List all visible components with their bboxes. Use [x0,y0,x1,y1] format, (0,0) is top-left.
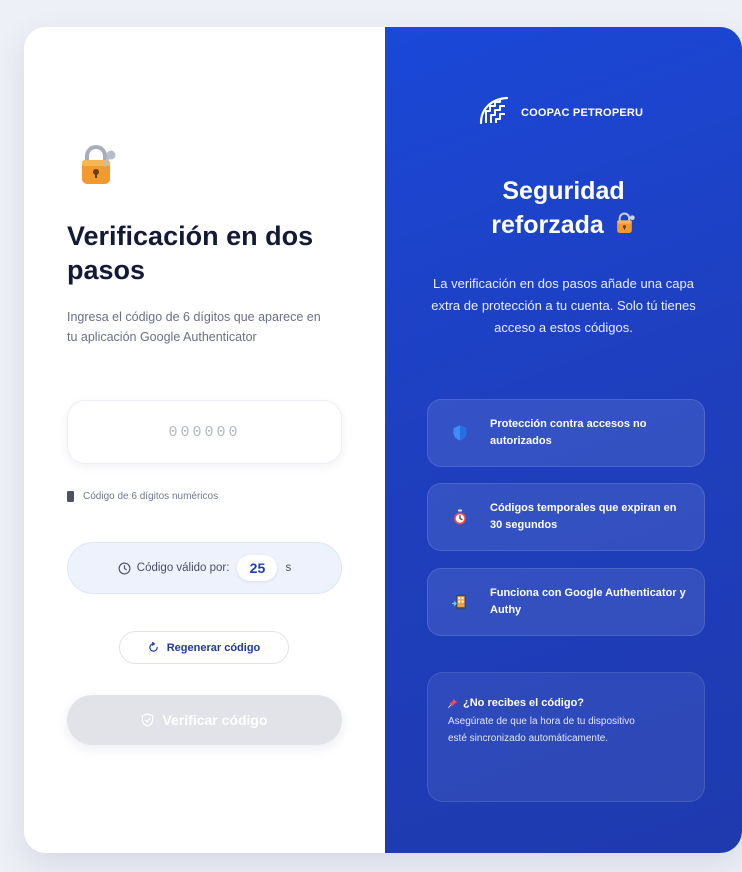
brand-logo: COOPAC PETROPERU [475,93,643,127]
help-info-body: Asegúrate de que la hora de tu dispositi… [448,716,635,744]
verification-card: Verificación en dos pasos Ingresa el cód… [24,27,742,853]
feature-text: Funciona con Google Authenticator y Auth… [490,587,686,616]
code-hint-text: Código de 6 dígitos numéricos [83,491,219,502]
regenerate-code-button[interactable]: Regenerar código [119,631,289,664]
page-subtitle: Ingresa el código de 6 dígitos que apare… [67,310,321,344]
refresh-icon [149,642,158,652]
help-info-box: ¿No recibes el código? Asegúrate de que … [427,672,705,802]
help-info-title-row: ¿No recibes el código? [448,697,684,709]
promo-title-line2: reforzada [491,211,604,239]
regenerate-code-label: Regenerar código [166,641,261,654]
feature-text: Códigos temporales que expiran en 30 seg… [490,502,677,531]
promo-title: Seguridad reforzada [385,174,742,242]
help-info-title: ¿No recibes el código? [463,697,585,709]
code-hint: Código de 6 dígitos numéricos [67,491,218,502]
timer-label: Código válido por: [136,562,230,574]
lock-key-icon [616,212,635,233]
feature-text: Protección contra accesos no autorizados [490,418,647,447]
shield-icon [453,425,467,441]
timer-unit: s [285,562,292,574]
code-input[interactable] [67,400,342,464]
verify-code-label: Verificar código [162,712,268,728]
feature-card: Códigos temporales que expiran en 30 seg… [427,483,705,551]
timer-count: 25 [237,555,278,581]
promo-description: La verificación en dos pasos añade una c… [431,276,696,335]
code-timer: Código válido por: 25 s [67,542,342,594]
company-logo-icon [479,96,509,125]
promo-title-line1: Seguridad [502,177,625,205]
brand-name: COOPAC PETROPERU [521,107,644,119]
pushpin-icon [448,698,458,708]
phone-app-icon [452,594,466,610]
shield-check-icon [142,713,154,727]
verify-code-button[interactable]: Verificar código [67,695,342,745]
page-title: Verificación en dos pasos [67,221,314,285]
feature-card: Protección contra accesos no autorizados [427,399,705,467]
security-promo-panel: COOPAC PETROPERU Seguridad reforzada La … [385,27,742,853]
verification-panel: Verificación en dos pasos Ingresa el cód… [24,27,385,853]
feature-card: Funciona con Google Authenticator y Auth… [427,568,705,636]
stopwatch-icon [454,509,466,525]
lock-key-icon [82,145,116,184]
phone-icon [67,491,74,502]
clock-icon [118,562,131,574]
